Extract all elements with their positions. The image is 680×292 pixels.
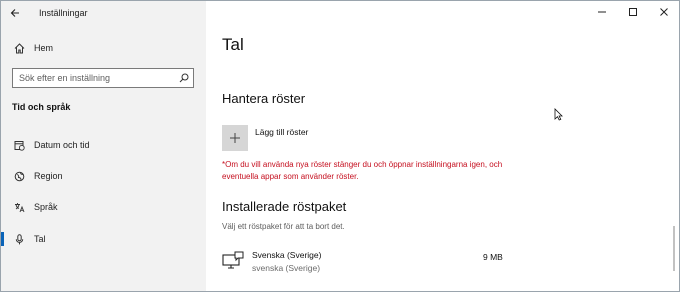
- plus-icon: [230, 133, 240, 143]
- add-voices-label[interactable]: Lägg till röster: [255, 127, 308, 137]
- sidebar-item-datum-och-tid[interactable]: Datum och tid: [1, 133, 206, 157]
- sidebar-item-label: Datum och tid: [34, 140, 90, 150]
- voice-package-item[interactable]: Svenska (Sverige) svenska (Sverige) 9 MB: [222, 248, 512, 278]
- calendar-clock-icon: [12, 140, 26, 151]
- microphone-icon: [12, 233, 26, 245]
- search-icon[interactable]: [175, 73, 193, 83]
- sidebar-item-label: Språk: [34, 202, 58, 212]
- scrollbar[interactable]: [673, 226, 675, 271]
- sidebar-item-label: Region: [34, 171, 63, 181]
- voice-package-size: 9 MB: [483, 252, 503, 262]
- restart-warning: *Om du vill använda nya röster stänger d…: [222, 160, 503, 181]
- voice-package-name: Svenska (Sverige): [252, 250, 322, 260]
- section-title: Tid och språk: [12, 102, 71, 112]
- language-icon: [12, 202, 26, 213]
- sidebar: Inställningar Hem Sök efter en inställni…: [1, 1, 206, 291]
- page-title: Tal: [222, 35, 244, 54]
- search-placeholder: Sök efter en inställning: [19, 73, 111, 83]
- app-title: Inställningar: [39, 8, 88, 18]
- sidebar-item-label: Hem: [34, 43, 54, 53]
- installed-voices-heading: Installerade röstpaket: [222, 199, 347, 214]
- title-bar: Inställningar: [1, 1, 206, 25]
- installed-voices-subtitle: Välj ett röstpaket för att ta bort det.: [222, 222, 345, 231]
- sidebar-item-tal[interactable]: Tal: [1, 227, 206, 251]
- search-input[interactable]: Sök efter en inställning: [12, 68, 194, 88]
- back-button[interactable]: [1, 1, 29, 25]
- mouse-cursor-icon: [554, 108, 563, 126]
- sidebar-item-region[interactable]: Region: [1, 164, 206, 188]
- add-voices-button[interactable]: [222, 125, 248, 151]
- manage-voices-heading: Hantera röster: [222, 91, 306, 106]
- voice-package-detail: svenska (Sverige): [252, 263, 321, 273]
- home-icon: [12, 42, 26, 54]
- globe-icon: [12, 171, 26, 182]
- main-content: Tal Hantera röster Lägg till röster *Om …: [206, 1, 679, 291]
- sidebar-item-sprak[interactable]: Språk: [1, 195, 206, 219]
- settings-window: Inställningar Hem Sök efter en inställni…: [0, 0, 680, 292]
- voice-package-icon: [222, 251, 244, 276]
- sidebar-item-home[interactable]: Hem: [1, 36, 206, 60]
- back-arrow-icon: [10, 9, 19, 17]
- sidebar-item-label: Tal: [34, 234, 46, 244]
